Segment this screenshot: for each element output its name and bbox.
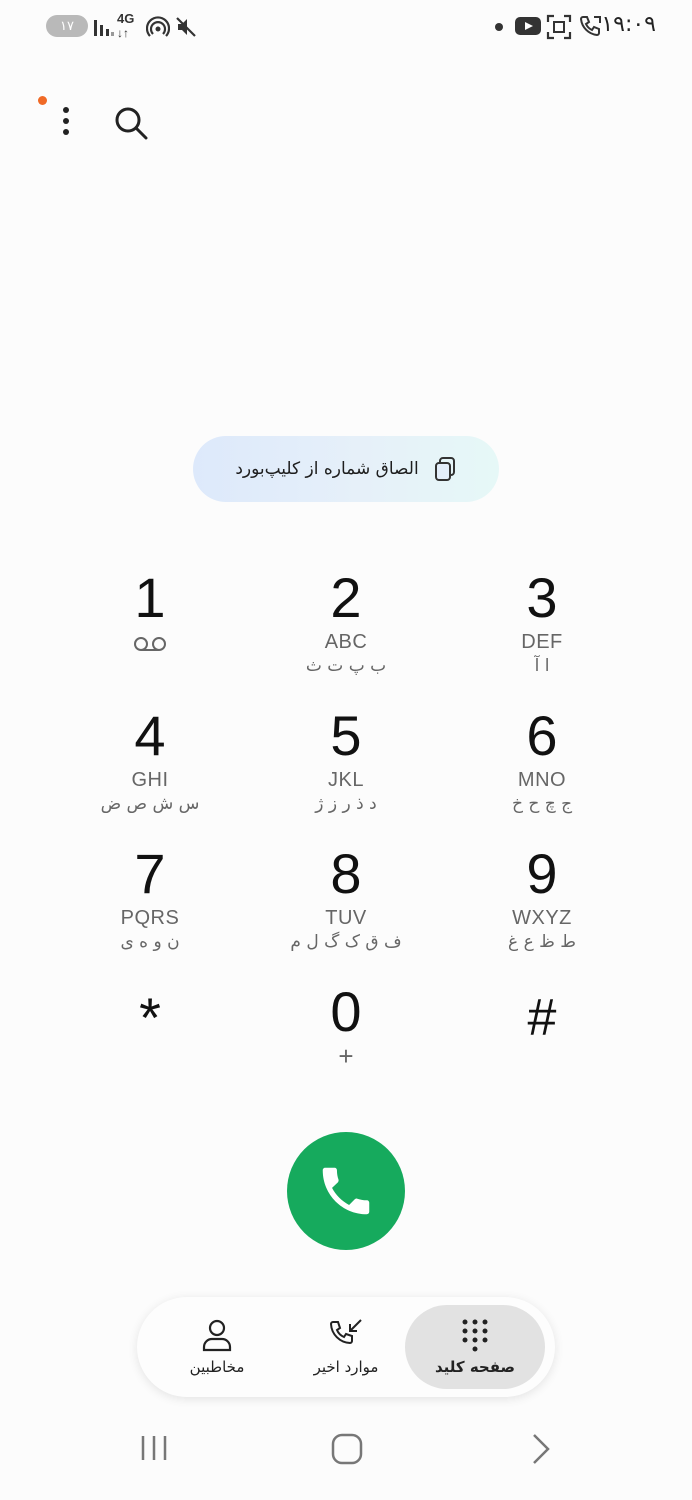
mute-icon xyxy=(176,17,196,37)
bottom-navigation: مخاطبین موارد اخیر صفحه کلید xyxy=(137,1297,555,1397)
key-digit: 9 xyxy=(526,842,558,905)
key-digit: 2 xyxy=(330,566,362,629)
key-6[interactable]: 6 MNO ج چ ح خ xyxy=(444,706,640,836)
call-button[interactable] xyxy=(287,1132,405,1250)
key-letters: MNO xyxy=(517,769,567,791)
key-digit: 7 xyxy=(134,842,166,905)
person-icon xyxy=(202,1319,232,1352)
tab-recents[interactable]: موارد اخیر xyxy=(276,1305,416,1389)
call-forward-icon xyxy=(579,16,601,37)
clock: ۱۹:۰۹ xyxy=(601,12,656,37)
key-0[interactable]: 0 + xyxy=(248,982,444,1112)
paste-label: الصاق شماره از کلیپ‌بورد xyxy=(235,459,419,479)
key-digit: * xyxy=(139,986,161,1049)
key-3[interactable]: 3 DEF ا آ xyxy=(444,568,640,698)
battery-level: ۱۷ xyxy=(60,18,74,34)
hotspot-icon xyxy=(146,16,170,37)
key-letters: WXYZ xyxy=(512,907,572,929)
key-digit: 8 xyxy=(330,842,362,905)
notification-badge xyxy=(38,96,47,105)
key-digit: 6 xyxy=(526,704,558,767)
key-persian-letters: ا آ xyxy=(534,656,550,676)
key-5[interactable]: 5 JKL د ذ ر ز ژ xyxy=(248,706,444,836)
key-persian-letters: ط ظ ع غ xyxy=(508,932,576,952)
key-digit: 0 xyxy=(330,980,362,1043)
phone-icon xyxy=(322,1167,370,1215)
keypad-icon xyxy=(462,1319,488,1352)
tab-keypad[interactable]: صفحه کلید xyxy=(405,1305,545,1389)
key-persian-letters: ن و ه ی xyxy=(120,932,180,952)
screenshot-icon xyxy=(546,14,572,40)
key-digit: 5 xyxy=(330,704,362,767)
clipboard-copy-icon xyxy=(434,457,455,481)
tab-keypad-label: صفحه کلید xyxy=(434,1358,516,1376)
key-hash[interactable]: # xyxy=(444,982,640,1112)
notification-dot xyxy=(495,23,503,31)
key-2[interactable]: 2 ABC ب پ ت ث xyxy=(248,568,444,698)
more-options-button[interactable] xyxy=(48,104,84,140)
key-persian-letters: ب پ ت ث xyxy=(305,656,387,676)
tab-contacts-label: مخاطبین xyxy=(189,1358,245,1376)
key-letters: GHI xyxy=(131,769,169,791)
signal-icon xyxy=(94,20,114,36)
network-type: 4G ↓↑ xyxy=(117,11,135,41)
key-persian-letters: ف ق ک گ ل م xyxy=(290,932,402,952)
more-vert-icon xyxy=(63,107,69,135)
key-letters: DEF xyxy=(521,631,563,653)
key-digit: # xyxy=(527,989,557,1047)
key-plus: + xyxy=(338,1041,354,1071)
recent-apps-button[interactable] xyxy=(138,1432,170,1464)
key-1[interactable]: 1 xyxy=(52,568,248,698)
battery-indicator: ۱۷ xyxy=(46,15,88,37)
paste-from-clipboard-button[interactable]: الصاق شماره از کلیپ‌بورد xyxy=(193,436,499,502)
key-4[interactable]: 4 GHI س ش ص ض xyxy=(52,706,248,836)
key-letters: JKL xyxy=(328,769,364,791)
key-digit: 4 xyxy=(134,704,166,767)
search-icon xyxy=(115,107,148,140)
tab-recents-label: موارد اخیر xyxy=(313,1358,379,1376)
back-button[interactable] xyxy=(528,1432,554,1466)
key-star[interactable]: * xyxy=(52,982,248,1112)
key-8[interactable]: 8 TUV ف ق ک گ ل م xyxy=(248,844,444,974)
recent-calls-icon xyxy=(329,1319,362,1345)
search-button[interactable] xyxy=(110,102,152,144)
youtube-icon xyxy=(515,17,541,35)
key-9[interactable]: 9 WXYZ ط ظ ع غ xyxy=(444,844,640,974)
key-persian-letters: س ش ص ض xyxy=(100,794,200,814)
voicemail-icon xyxy=(134,637,166,651)
key-letters: ABC xyxy=(324,631,368,653)
key-letters: TUV xyxy=(325,907,367,929)
key-letters: PQRS xyxy=(120,907,180,929)
home-button[interactable] xyxy=(330,1432,364,1466)
key-persian-letters: د ذ ر ز ژ xyxy=(315,794,377,814)
tab-contacts[interactable]: مخاطبین xyxy=(147,1305,287,1389)
key-digit: 1 xyxy=(134,566,166,629)
status-bar: ۱۷ 4G ↓↑ ۱۹:۰۹ xyxy=(0,0,692,56)
key-7[interactable]: 7 PQRS ن و ه ی xyxy=(52,844,248,974)
key-persian-letters: ج چ ح خ xyxy=(511,794,573,814)
key-digit: 3 xyxy=(526,566,558,629)
